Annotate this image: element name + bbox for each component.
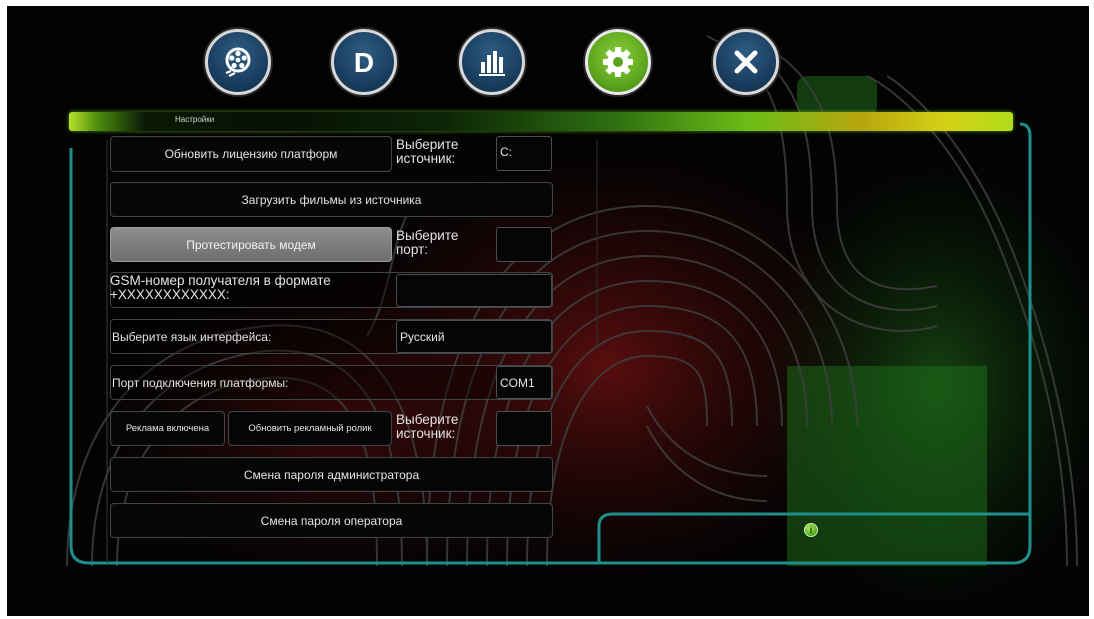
load-movies-button[interactable]: Загрузить фильмы из источника (110, 182, 553, 217)
exit-nav-button[interactable] (713, 29, 779, 95)
test-modem-button[interactable]: Протестировать модем (110, 227, 392, 262)
gear-icon (603, 47, 633, 77)
info-icon[interactable]: i (804, 523, 818, 537)
change-operator-password-button[interactable]: Смена пароля оператора (110, 503, 553, 538)
port-field[interactable] (496, 227, 552, 262)
source-label: Выберите источник: (396, 137, 459, 166)
close-icon (734, 50, 758, 74)
update-license-button[interactable]: Обновить лицензию платформ (110, 136, 392, 172)
ads-enabled-toggle[interactable]: Реклама включена (110, 411, 225, 446)
ad-source-label: Выберите источник: (396, 412, 459, 441)
d-nav-button[interactable]: D (331, 29, 397, 95)
platform-port-label: Порт подключения платформы: (112, 376, 289, 390)
gsm-number-label: GSM-номер получателя в формате +XXXXXXXX… (110, 273, 331, 302)
page-title: Настройки (175, 115, 215, 124)
source-field[interactable]: C: (496, 136, 552, 171)
gsm-number-field[interactable] (396, 274, 552, 307)
update-ad-button[interactable]: Обновить рекламный ролик (228, 411, 392, 446)
kiosk-screen: D Настройки Обновить лицензию платформ В… (7, 6, 1089, 616)
platform-port-field[interactable]: COM1 (496, 366, 552, 399)
d-letter-icon: D (354, 47, 374, 78)
bar-chart-icon (479, 51, 505, 76)
language-select[interactable]: Русский (396, 320, 552, 353)
movies-nav-button[interactable] (205, 29, 271, 95)
statistics-nav-button[interactable] (459, 29, 525, 95)
film-reel-icon (225, 47, 251, 77)
settings-nav-button[interactable] (585, 29, 651, 95)
ad-source-field[interactable] (496, 411, 552, 446)
port-label: Выберите порт: (396, 228, 459, 257)
language-label: Выберите язык интерфейса: (112, 330, 272, 344)
svg-text:D: D (354, 47, 374, 78)
change-admin-password-button[interactable]: Смена пароля администратора (110, 457, 553, 492)
title-bar: Настройки (69, 112, 1013, 131)
